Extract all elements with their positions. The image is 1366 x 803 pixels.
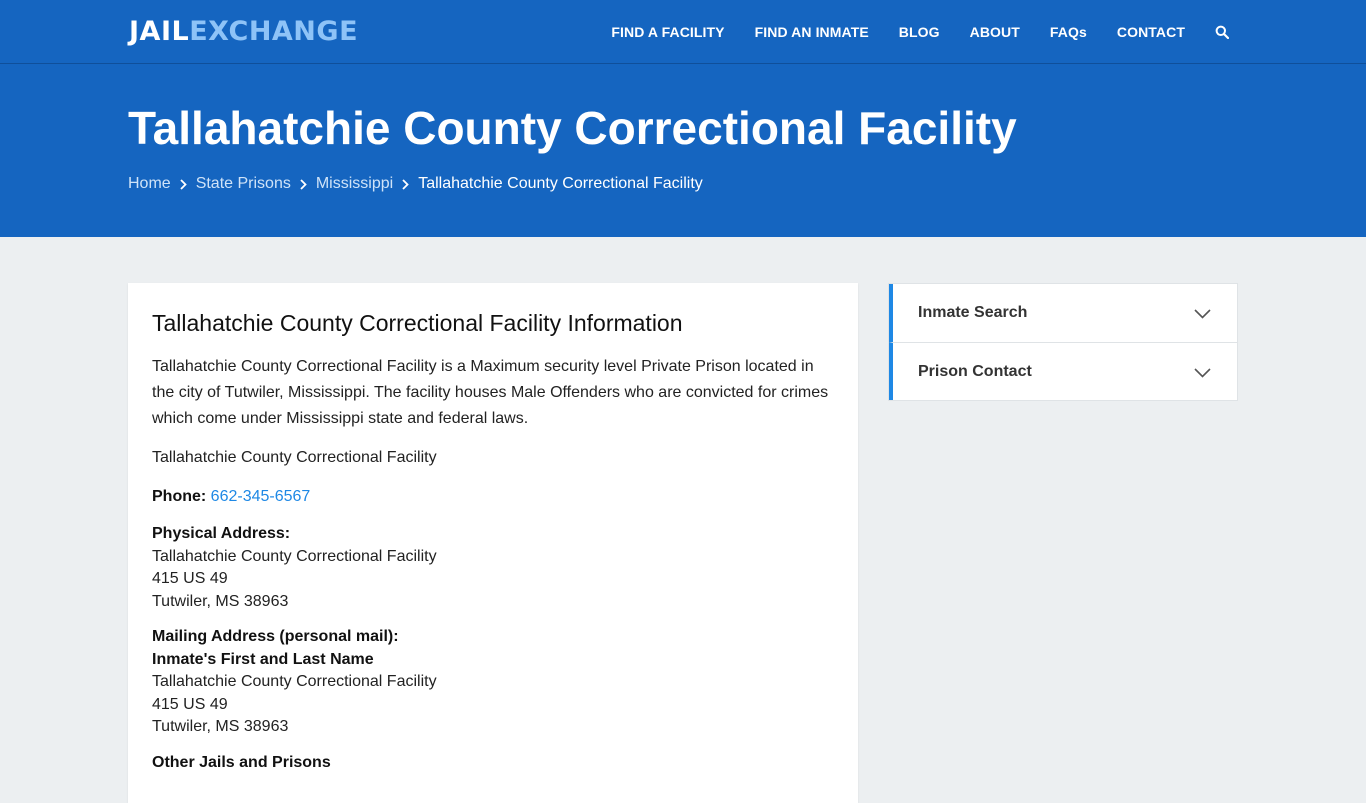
nav-find-a-facility[interactable]: FIND A FACILITY <box>611 24 724 40</box>
facility-name: Tallahatchie County Correctional Facilit… <box>152 449 437 466</box>
facility-info-body: Tallahatchie County Correctional Facilit… <box>152 354 838 787</box>
breadcrumb: Home State Prisons Mississippi Tallahatc… <box>128 174 703 194</box>
mailing-address-line: 415 US 49 <box>152 695 228 713</box>
nav-blog[interactable]: BLOG <box>899 24 940 40</box>
top-navigation-bar: JAILEXCHANGE FIND A FACILITY FIND AN INM… <box>0 0 1366 64</box>
physical-address-line: 415 US 49 <box>152 570 228 587</box>
search-icon[interactable] <box>1215 25 1229 39</box>
facility-info-card: Tallahatchie County Correctional Facilit… <box>128 283 858 803</box>
section-heading: Tallahatchie County Correctional Facilit… <box>152 310 683 336</box>
nav-faqs[interactable]: FAQs <box>1050 24 1087 40</box>
site-logo[interactable]: JAILEXCHANGE <box>129 16 358 48</box>
physical-address-line: Tutwiler, MS 38963 <box>152 592 289 610</box>
chevron-right-icon <box>180 178 187 190</box>
breadcrumb-current: Tallahatchie County Correctional Facilit… <box>418 175 703 192</box>
accordion-label: Inmate Search <box>918 304 1028 321</box>
logo-text-jail: JAIL <box>129 16 190 47</box>
breadcrumb-mississippi[interactable]: Mississippi <box>316 174 393 194</box>
breadcrumb-state-prisons[interactable]: State Prisons <box>196 174 291 194</box>
chevron-down-icon <box>1194 306 1211 324</box>
breadcrumb-home[interactable]: Home <box>128 174 171 194</box>
accordion-prison-contact[interactable]: Prison Contact <box>889 342 1237 400</box>
physical-address-line: Tallahatchie County Correctional Facilit… <box>152 547 437 565</box>
nav-contact[interactable]: CONTACT <box>1117 24 1185 40</box>
mailing-address: Mailing Address (personal mail): Inmate'… <box>152 626 838 739</box>
nav-find-an-inmate[interactable]: FIND AN INMATE <box>755 24 869 40</box>
mailing-address-line: Tallahatchie County Correctional Facilit… <box>152 673 437 690</box>
phone-label: Phone: <box>152 488 207 505</box>
physical-address: Physical Address: Tallahatchie County Co… <box>152 523 838 613</box>
phone-link[interactable]: 662-345-6567 <box>211 488 311 505</box>
nav-about[interactable]: ABOUT <box>970 24 1020 40</box>
logo-text-exchange: EXCHANGE <box>189 16 359 47</box>
mailing-recipient: Inmate's First and Last Name <box>152 650 374 668</box>
physical-address-label: Physical Address: <box>152 525 291 542</box>
sidebar-accordion: Inmate Search Prison Contact <box>888 283 1238 401</box>
mailing-address-line: Tutwiler, MS 38963 <box>152 718 289 735</box>
other-jails: Other Jails and Prisons <box>152 752 838 775</box>
mailing-address-label: Mailing Address (personal mail): <box>152 628 399 645</box>
accordion-inmate-search[interactable]: Inmate Search <box>889 284 1237 342</box>
phone-line: Phone: 662-345-6567 <box>152 484 838 510</box>
page-title: Tallahatchie County Correctional Facilit… <box>128 102 1017 154</box>
accordion-label: Prison Contact <box>918 362 1032 380</box>
main-nav: FIND A FACILITY FIND AN INMATE BLOG ABOU… <box>581 0 1229 64</box>
chevron-down-icon <box>1194 365 1211 383</box>
chevron-right-icon <box>402 178 409 190</box>
chevron-right-icon <box>300 178 307 190</box>
intro-paragraph: Tallahatchie County Correctional Facilit… <box>152 358 829 427</box>
page-hero: Tallahatchie County Correctional Facilit… <box>0 64 1366 237</box>
